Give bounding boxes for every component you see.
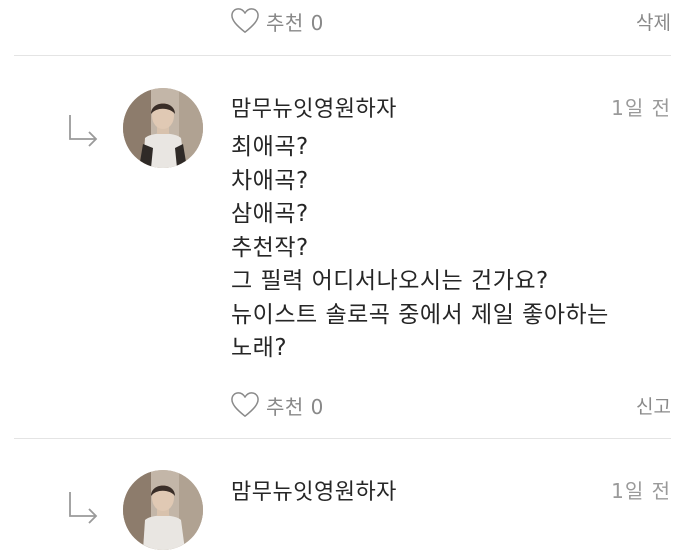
comment-line: 그 필력 어디서나오시는 건가요? [231,268,549,294]
report-button[interactable]: 신고 [636,392,671,419]
avatar[interactable] [123,88,203,168]
comment-line: 삼애곡? [231,201,309,227]
comment-author[interactable]: 맘무뉴잇영원하자 [231,474,397,506]
comment-line: 최애곡? [231,134,309,160]
avatar-image [123,470,203,550]
comment-author[interactable]: 맘무뉴잇영원하자 [231,91,397,123]
comment-time: 1일 전 [611,479,671,503]
comment-line: 노래? [231,335,288,361]
comment-time: 1일 전 [611,96,671,120]
reply-arrow-icon [69,492,98,524]
like-button[interactable]: 추천 0 [230,6,324,36]
like-label: 추천 0 [266,10,324,35]
heart-icon [231,8,259,33]
avatar[interactable] [123,470,203,550]
divider [14,55,671,56]
delete-button[interactable]: 삭제 [636,8,671,35]
divider [14,438,671,439]
heart-icon [231,392,259,417]
comment-line: 추천작? [231,234,309,261]
like-count: 0 [310,10,324,35]
comment-line: 뉴이스트 솔로곡 중에서 제일 좋아하는 [231,301,609,328]
comment-line: 차애곡? [231,167,309,194]
reply-arrow-icon [69,115,98,147]
comment-text: 최애곡? 차애곡? 삼애곡? 추천작? 그 필력 어디서나오시는 건가요? 뉴이… [231,131,651,366]
avatar-image [123,88,203,168]
like-label: 추천 0 [266,394,324,419]
like-count: 0 [310,394,324,419]
like-button[interactable]: 추천 0 [230,390,324,420]
previous-comment-actions: 추천 0 삭제 [0,0,685,42]
